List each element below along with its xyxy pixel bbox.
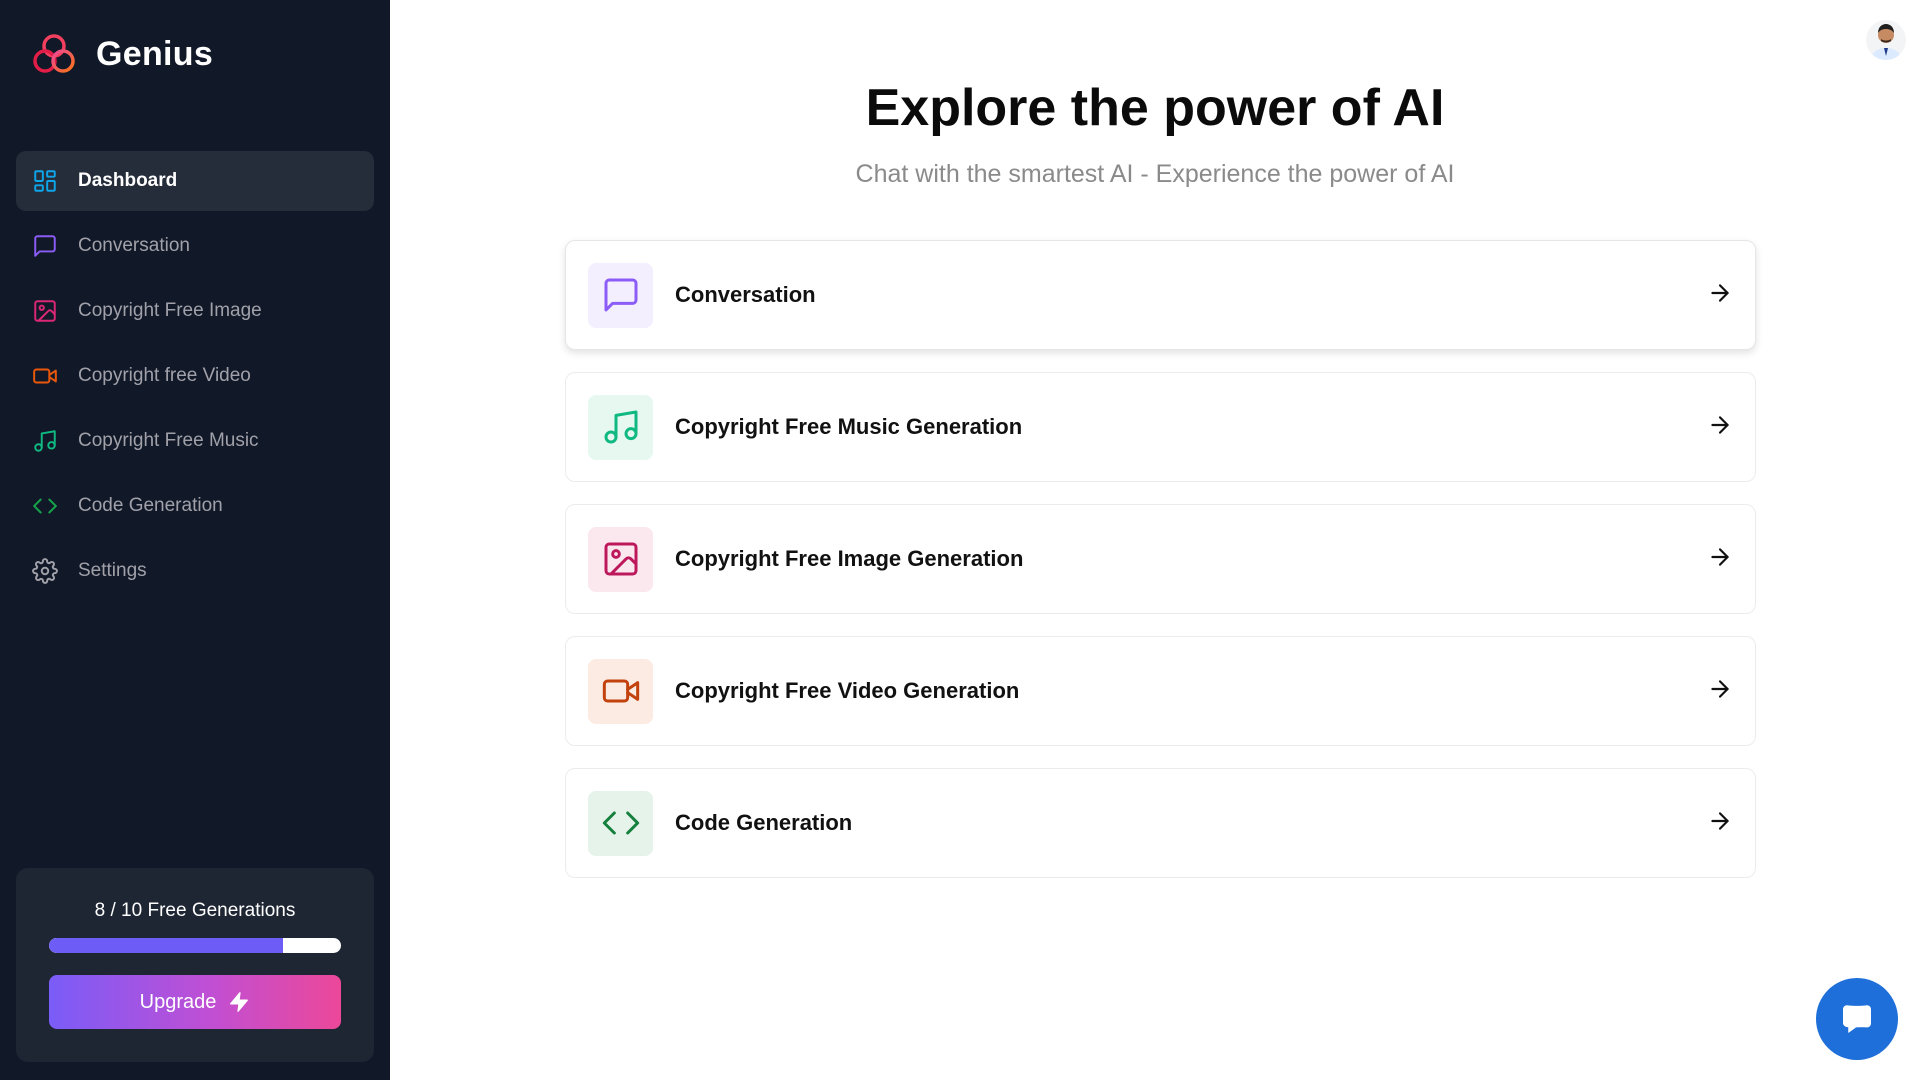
upgrade-label: Upgrade — [139, 990, 217, 1013]
sidebar-item-label: Copyright free Video — [78, 365, 251, 386]
tool-card-icon-wrap — [588, 790, 653, 856]
chat-widget-button[interactable] — [1816, 978, 1898, 1060]
rings-logo-icon — [33, 34, 75, 73]
code-icon — [32, 493, 58, 519]
layout-dashboard-icon — [32, 168, 58, 194]
arrow-right-icon — [1707, 544, 1733, 575]
sidebar-item-video[interactable]: Copyright free Video — [16, 346, 374, 406]
arrow-right-icon — [1707, 808, 1733, 839]
video-icon — [602, 679, 639, 703]
sidebar-item-label: Copyright Free Image — [78, 300, 262, 321]
tool-card-label: Conversation — [675, 282, 816, 307]
tool-card-icon-wrap — [588, 658, 653, 724]
tool-card-music[interactable]: Copyright Free Music Generation — [565, 372, 1756, 482]
sidebar-item-label: Settings — [78, 560, 147, 581]
chat-icon — [1843, 1005, 1871, 1033]
sidebar: Genius Dashboard Conversation Copyright … — [0, 0, 390, 1080]
tool-card-icon-wrap — [588, 394, 653, 460]
tool-card-label: Code Generation — [675, 810, 853, 835]
video-icon — [32, 363, 58, 389]
tool-cards: Conversation Copyright Free Music Genera… — [565, 240, 1756, 900]
tool-card-icon-wrap — [588, 262, 653, 328]
code-icon — [602, 811, 639, 835]
tool-card-code[interactable]: Code Generation — [565, 768, 1756, 878]
user-avatar[interactable] — [1866, 20, 1906, 60]
message-square-icon — [604, 278, 637, 312]
tool-card-icon-wrap — [588, 526, 653, 592]
free-generations-progress — [49, 938, 341, 953]
settings-icon — [32, 558, 58, 584]
sidebar-item-music[interactable]: Copyright Free Music — [16, 411, 374, 471]
image-icon — [32, 298, 58, 324]
sidebar-item-label: Code Generation — [78, 495, 223, 516]
zap-icon — [230, 992, 249, 1012]
brand-logo[interactable]: Genius — [30, 30, 213, 78]
sidebar-nav: Dashboard Conversation Copyright Free Im… — [16, 151, 374, 606]
arrow-right-icon — [1707, 412, 1733, 443]
sidebar-item-label: Dashboard — [78, 170, 178, 191]
sidebar-item-dashboard[interactable]: Dashboard — [16, 151, 374, 211]
avatar-image — [1866, 20, 1906, 60]
sidebar-item-label: Copyright Free Music — [78, 430, 259, 451]
tool-card-label: Copyright Free Image Generation — [675, 546, 1024, 571]
page-title: Explore the power of AI — [865, 79, 1445, 137]
arrow-right-icon — [1707, 280, 1733, 311]
sidebar-item-label: Conversation — [78, 235, 190, 256]
tool-card-label: Copyright Free Music Generation — [675, 414, 1023, 439]
upgrade-button[interactable]: Upgrade — [49, 975, 341, 1029]
page-subtitle: Chat with the smartest AI - Experience t… — [855, 160, 1455, 188]
free-generations-counter: 8 / 10 Free Generations — [94, 900, 296, 921]
progress-fill — [49, 938, 283, 953]
sidebar-item-settings[interactable]: Settings — [16, 541, 374, 601]
image-icon — [604, 542, 637, 576]
music-icon — [604, 410, 637, 444]
free-generations-card: 8 / 10 Free Generations Upgrade — [16, 868, 374, 1062]
sidebar-item-image[interactable]: Copyright Free Image — [16, 281, 374, 341]
brand-name: Genius — [96, 34, 214, 73]
arrow-right-icon — [1707, 676, 1733, 707]
tool-card-conversation[interactable]: Conversation — [565, 240, 1756, 350]
sidebar-item-conversation[interactable]: Conversation — [16, 216, 374, 276]
sidebar-item-code[interactable]: Code Generation — [16, 476, 374, 536]
music-icon — [32, 428, 58, 454]
message-square-icon — [32, 233, 58, 259]
tool-card-image[interactable]: Copyright Free Image Generation — [565, 504, 1756, 614]
tool-card-video[interactable]: Copyright Free Video Generation — [565, 636, 1756, 746]
tool-card-label: Copyright Free Video Generation — [675, 678, 1020, 703]
